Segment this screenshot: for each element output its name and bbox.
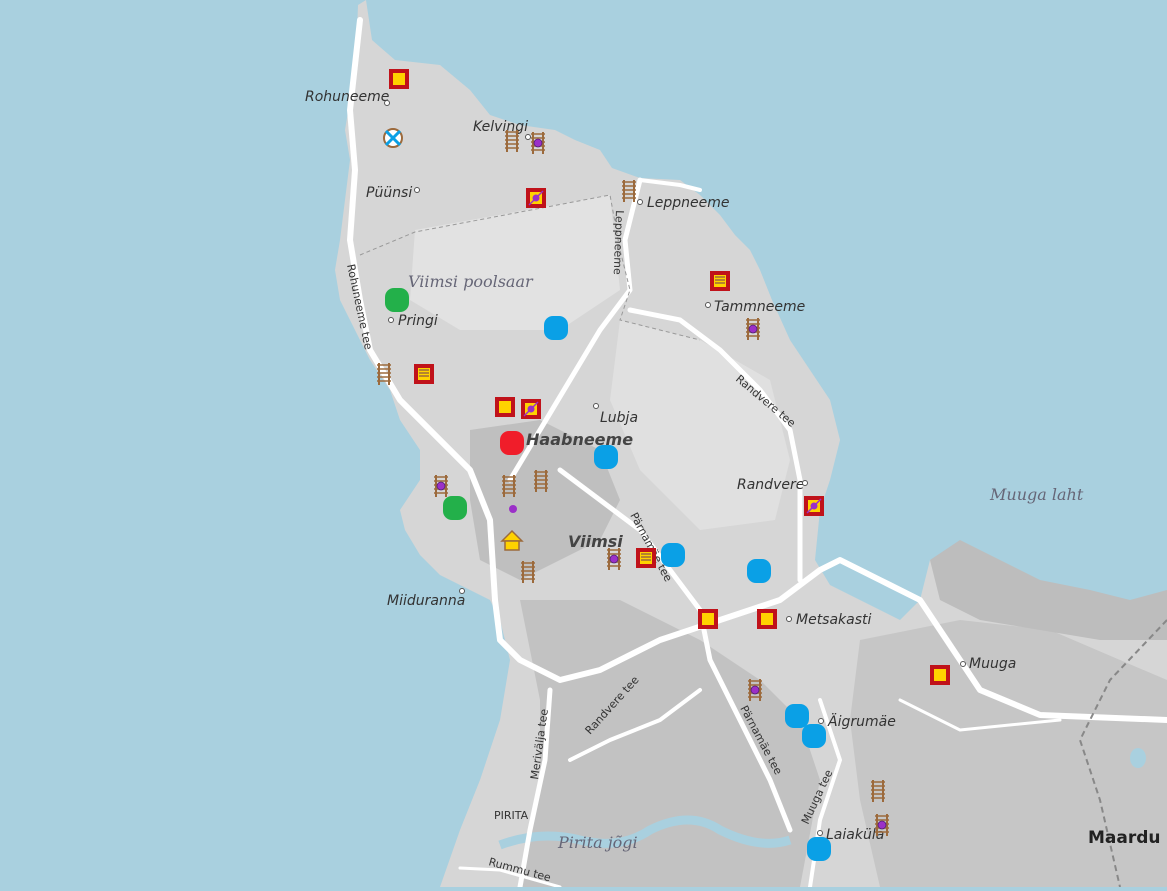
place-dot [384, 100, 390, 106]
place-label-maardu: Maardu [1088, 828, 1161, 848]
yellow-square-icon[interactable] [757, 609, 777, 629]
framed-sign-icon[interactable] [636, 548, 656, 568]
place-label-leppneeme: Leppneeme [647, 195, 730, 211]
blue-area-icon[interactable] [747, 559, 771, 583]
place-label-viimsi-poolsaar: Viimsi poolsaar [408, 272, 534, 291]
framed-sign-icon[interactable] [414, 364, 434, 384]
place-dot [459, 588, 465, 594]
place-dot [705, 302, 711, 308]
map-canvas[interactable]: Rohuneeme Kelvingi Püünsi Leppneeme Viim… [0, 0, 1167, 890]
place-label-rohuneeme: Rohuneeme [305, 89, 389, 105]
yellow-square-icon[interactable] [495, 397, 515, 417]
road-label-leppneeme: Leppneeme [611, 210, 626, 275]
place-label-tammneeme: Tammneeme [714, 299, 805, 315]
place-dot [802, 480, 808, 486]
framed-sign-icon[interactable] [710, 271, 730, 291]
yellow-square-icon[interactable] [389, 69, 409, 89]
green-area-icon[interactable] [385, 288, 409, 312]
windmill-icon[interactable] [383, 128, 403, 148]
red-area-icon[interactable] [500, 431, 524, 455]
place-label-lubja: Lubja [600, 410, 638, 426]
place-label-puunsi: Püünsi [366, 185, 412, 201]
blue-area-icon[interactable] [544, 316, 568, 340]
place-label-metsakasti: Metsakasti [796, 612, 872, 628]
blue-area-icon[interactable] [802, 724, 826, 748]
blue-area-icon[interactable] [594, 445, 618, 469]
purple-dot-icon[interactable] [509, 505, 517, 513]
place-dot [818, 718, 824, 724]
pond [1130, 748, 1146, 768]
place-label-haabneeme: Haabneeme [526, 430, 633, 449]
place-label-pirita-jogi: Pirita jõgi [557, 833, 638, 852]
crossed-square-icon[interactable] [526, 188, 546, 208]
yellow-square-icon[interactable] [930, 665, 950, 685]
blue-area-icon[interactable] [785, 704, 809, 728]
green-area-icon[interactable] [443, 496, 467, 520]
place-dot [525, 134, 531, 140]
place-label-laiakula: Laiaküla [826, 827, 884, 843]
place-label-muuga: Muuga [969, 656, 1016, 672]
place-dot [593, 403, 599, 409]
crossed-square-icon[interactable] [521, 399, 541, 419]
place-dot [960, 661, 966, 667]
blue-area-icon[interactable] [807, 837, 831, 861]
place-label-muuga-laht: Muuga laht [989, 485, 1084, 504]
place-dot [388, 317, 394, 323]
place-label-pringi: Pringi [398, 313, 438, 329]
place-dot [786, 616, 792, 622]
map-view[interactable]: Rohuneeme Kelvingi Püünsi Leppneeme Viim… [0, 0, 1167, 890]
place-dot [414, 187, 420, 193]
place-label-aigrumae: Äigrumäe [827, 712, 896, 730]
blue-area-icon[interactable] [661, 543, 685, 567]
place-label-viimsi: Viimsi [568, 532, 623, 551]
place-label-pirita: PIRITA [494, 809, 529, 822]
place-label-randvere: Randvere [737, 477, 804, 493]
yellow-square-icon[interactable] [698, 609, 718, 629]
place-label-miiduranna: Miiduranna [387, 593, 465, 609]
crossed-square-icon[interactable] [804, 496, 824, 516]
place-label-kelvingi: Kelvingi [473, 119, 528, 135]
place-dot [817, 830, 823, 836]
place-dot [637, 199, 643, 205]
